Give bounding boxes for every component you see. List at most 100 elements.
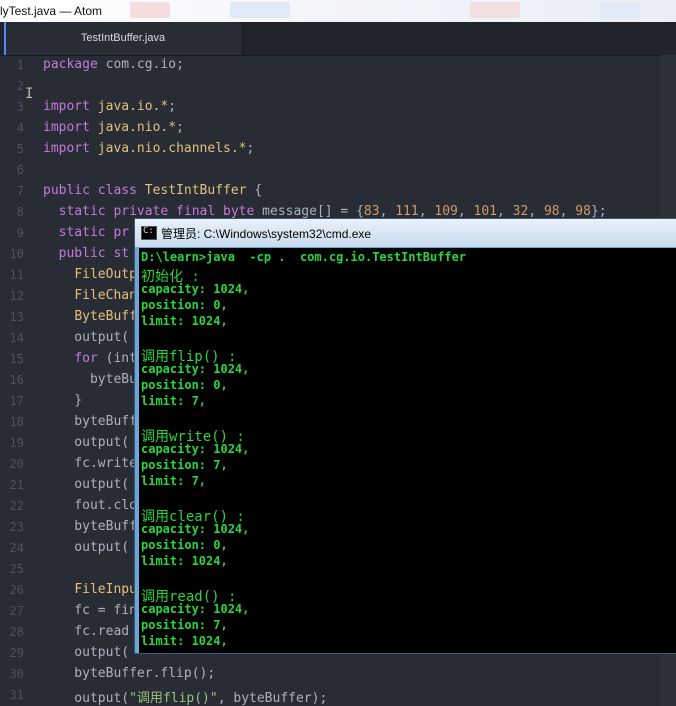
line-number: 23 bbox=[9, 520, 24, 534]
code-token: ByteBuff bbox=[74, 309, 137, 324]
code-token: java.nio.* bbox=[97, 120, 177, 135]
code-token: ; bbox=[246, 141, 255, 156]
code-token: output( bbox=[43, 691, 130, 706]
code-token: "调用flip()" bbox=[129, 691, 218, 706]
code-token: FileChan bbox=[74, 288, 137, 303]
console-line: limit: 1024, bbox=[141, 634, 228, 648]
console-line: position: 7, bbox=[141, 618, 228, 632]
code-line: package com.cg.io; bbox=[43, 57, 184, 72]
console-line: limit: 1024, bbox=[141, 314, 228, 328]
line-number: 29 bbox=[9, 646, 24, 660]
code-line: byteBu bbox=[43, 372, 137, 387]
code-token: fc.read bbox=[43, 624, 130, 639]
code-token: output( bbox=[43, 435, 130, 450]
code-line: } bbox=[43, 393, 82, 408]
code-line: output( bbox=[43, 435, 129, 450]
code-line: byteBuff bbox=[43, 519, 137, 534]
line-number: 30 bbox=[9, 667, 24, 681]
code-token: import bbox=[43, 120, 90, 135]
code-token: { bbox=[246, 183, 263, 198]
cmd-title: 管理员: C:\Windows\system32\cmd.exe bbox=[161, 227, 372, 241]
code-token: 111 bbox=[395, 204, 419, 219]
code-token: } bbox=[43, 393, 83, 408]
line-number: 5 bbox=[16, 142, 24, 156]
code-line: output( bbox=[43, 645, 129, 660]
code-token: for bbox=[74, 351, 98, 366]
code-token: 98 bbox=[575, 204, 591, 219]
line-number: 21 bbox=[9, 478, 24, 492]
code-line: import java.io.*; bbox=[43, 99, 176, 114]
code-line: static pr bbox=[43, 225, 129, 240]
console-line: limit: 7, bbox=[141, 474, 207, 488]
line-number: 2 bbox=[16, 79, 24, 93]
text-cursor-icon: I bbox=[25, 86, 34, 102]
code-token: fc = fin bbox=[43, 603, 137, 618]
console-line: position: 0, bbox=[141, 298, 228, 312]
code-token: 101 bbox=[473, 204, 497, 219]
code-token: fout.clo bbox=[43, 498, 137, 513]
code-token: byteBu bbox=[43, 372, 137, 387]
code-token: package bbox=[43, 57, 98, 72]
code-token: 83 bbox=[363, 204, 380, 219]
code-line: byteBuffer.flip(); bbox=[43, 666, 215, 681]
code-token: byteBuff bbox=[43, 414, 137, 429]
tab-testintbuffer[interactable]: TestIntBuffer.java bbox=[4, 22, 243, 55]
line-number: 15 bbox=[9, 352, 24, 366]
code-token: byteBuff bbox=[43, 519, 137, 534]
line-number: 9 bbox=[16, 226, 24, 240]
code-line: output( bbox=[43, 330, 129, 345]
line-number: 8 bbox=[16, 205, 24, 219]
code-token: fc.write bbox=[43, 456, 137, 471]
line-number: 25 bbox=[9, 562, 24, 576]
line-number: 6 bbox=[16, 163, 24, 177]
code-token: java.nio.channels.* bbox=[97, 141, 247, 156]
line-number: 28 bbox=[9, 625, 24, 639]
line-number: 1 bbox=[16, 58, 24, 72]
code-token: static pr bbox=[58, 225, 130, 240]
cmd-titlebar[interactable]: C: 管理员: C:\Windows\system32\cmd.exe bbox=[135, 219, 676, 247]
line-number: 14 bbox=[9, 331, 24, 345]
code-token: import bbox=[43, 141, 90, 156]
code-token: static private final bbox=[58, 204, 216, 219]
code-line: FileOutp bbox=[43, 267, 137, 282]
console-output[interactable]: D:\learn>java -cp . com.cg.io.TestIntBuf… bbox=[139, 248, 676, 653]
code-token: output( bbox=[43, 477, 130, 492]
blurred-background bbox=[130, 2, 170, 18]
console-line: limit: 1024, bbox=[141, 554, 228, 568]
line-number: 27 bbox=[9, 604, 24, 618]
line-number: 22 bbox=[9, 499, 24, 513]
code-line: public class TestIntBuffer { bbox=[43, 183, 262, 198]
code-token: java.io.* bbox=[97, 99, 169, 114]
console-line: position: 0, bbox=[141, 378, 228, 392]
code-token: byte bbox=[223, 204, 255, 219]
cmd-window[interactable]: C: 管理员: C:\Windows\system32\cmd.exe D:\l… bbox=[134, 218, 676, 654]
line-number: 20 bbox=[9, 457, 24, 471]
code-token: , bbox=[457, 204, 474, 219]
console-line: position: 0, bbox=[141, 538, 228, 552]
code-line: ByteBuff bbox=[43, 309, 137, 324]
blurred-background bbox=[230, 2, 290, 18]
code-token: TestIntBuffer bbox=[144, 183, 247, 198]
line-number: 16 bbox=[9, 373, 24, 387]
code-token: import bbox=[43, 99, 90, 114]
line-number: 19 bbox=[9, 436, 24, 450]
console-line: capacity: 1024, bbox=[141, 362, 250, 376]
blurred-background bbox=[600, 2, 640, 18]
line-number: 26 bbox=[9, 583, 24, 597]
code-line: fout.clo bbox=[43, 498, 137, 513]
console-line: limit: 7, bbox=[141, 394, 207, 408]
code-token: FileOutp bbox=[74, 267, 137, 282]
console-line: capacity: 1024, bbox=[141, 282, 250, 296]
code-line: public st bbox=[43, 246, 129, 261]
code-token: public class bbox=[43, 183, 137, 198]
console-line: capacity: 1024, bbox=[141, 442, 250, 456]
